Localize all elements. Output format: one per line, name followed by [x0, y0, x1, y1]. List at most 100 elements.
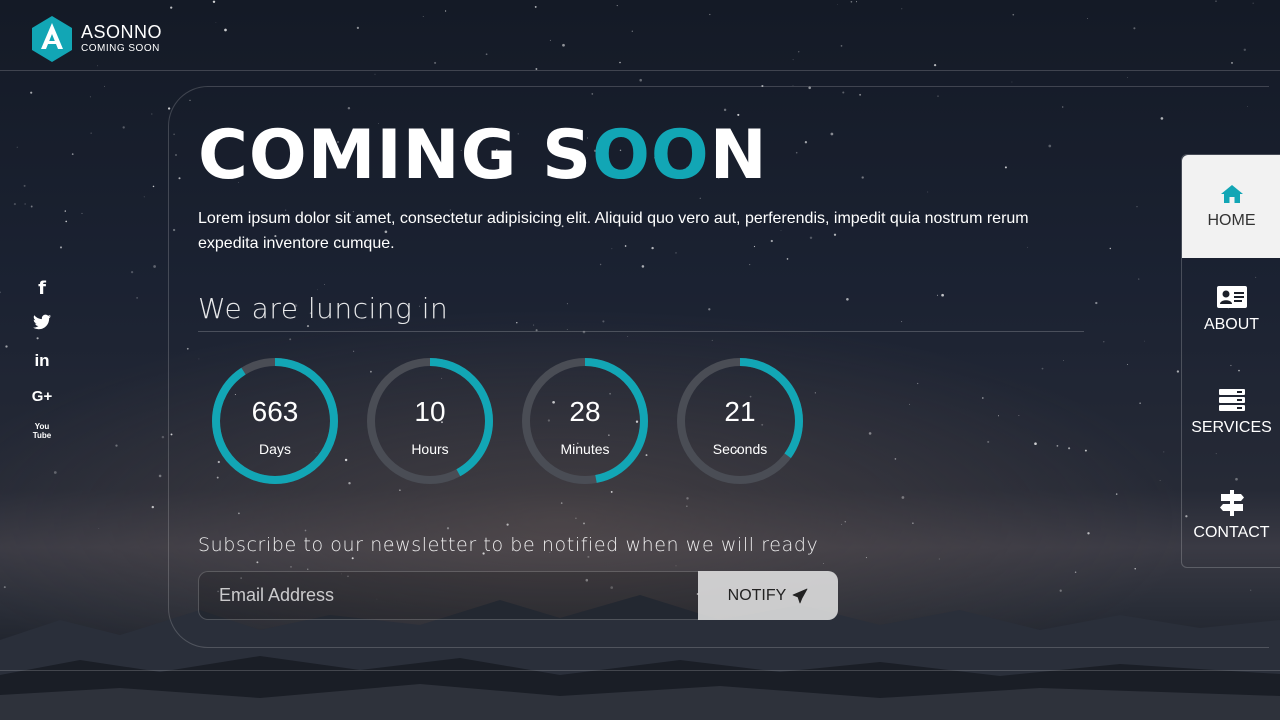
star — [153, 265, 156, 268]
days-value: 663 — [251, 396, 299, 427]
star — [855, 1, 858, 3]
star — [170, 6, 173, 9]
star — [98, 528, 100, 529]
star — [534, 5, 537, 8]
nav-label-services: SERVICES — [1191, 418, 1272, 436]
intro-text: Lorem ipsum dolor sit amet, consectetur … — [198, 210, 1029, 252]
social-links: f in G+ You Tube — [30, 278, 54, 458]
star — [64, 210, 66, 212]
star — [709, 13, 711, 16]
star — [374, 73, 376, 75]
linkedin-icon[interactable]: in — [30, 350, 54, 386]
star — [143, 196, 145, 198]
minutes-label: Minutes — [560, 441, 610, 457]
star — [792, 59, 794, 61]
star — [115, 444, 118, 447]
nav-label-contact: CONTACT — [1193, 523, 1270, 541]
star — [1011, 81, 1013, 83]
nav-label-about: ABOUT — [1203, 315, 1260, 333]
notify-button[interactable]: NOTIFY — [698, 571, 838, 620]
title-accent: OO — [592, 116, 710, 195]
brand-logo[interactable]: ASONNO COMING SOON — [28, 14, 162, 64]
server-icon — [1218, 388, 1245, 411]
countdown-days: 663 Days — [210, 356, 340, 486]
nav-item-services[interactable]: SERVICES — [1182, 361, 1280, 464]
star — [16, 146, 18, 148]
signpost-icon — [1219, 489, 1244, 516]
home-icon — [1220, 184, 1243, 203]
side-nav: HOME ABOUT SERVICES CONTACT — [1181, 154, 1280, 568]
star — [562, 43, 565, 47]
nav-item-contact[interactable]: CONTACT — [1182, 464, 1280, 567]
footer-divider — [0, 670, 1280, 671]
brand-name: ASONNO — [81, 22, 163, 42]
star — [30, 91, 33, 94]
star — [840, 45, 843, 47]
star — [90, 132, 92, 134]
star — [13, 203, 16, 206]
logo-mark-icon — [32, 16, 72, 62]
google-plus-icon[interactable]: G+ — [30, 386, 54, 422]
star — [152, 185, 155, 188]
star — [639, 78, 642, 82]
star — [549, 39, 551, 41]
subscribe-block: Subscribe to our newsletter to be notifi… — [198, 534, 818, 556]
star — [1127, 77, 1128, 78]
minutes-value: 28 — [569, 396, 601, 427]
star — [422, 16, 424, 17]
star — [151, 505, 154, 509]
star — [151, 113, 153, 115]
star — [631, 30, 633, 32]
countdown-seconds: 21 Seconds — [675, 356, 805, 486]
star — [901, 8, 903, 10]
id-card-icon — [1216, 285, 1247, 308]
nav-item-about[interactable]: ABOUT — [1182, 258, 1280, 361]
hours-label: Hours — [411, 441, 449, 457]
star — [158, 474, 162, 478]
star — [167, 107, 171, 110]
days-label: Days — [259, 441, 291, 457]
star — [161, 435, 165, 439]
star — [837, 4, 839, 5]
star — [5, 345, 8, 348]
launch-divider — [198, 331, 1084, 332]
countdown: 663 Days 10 Hours 28 Minutes 21 Seconds — [210, 356, 830, 486]
star — [933, 63, 937, 67]
star — [1087, 18, 1088, 20]
youtube-icon[interactable]: You Tube — [30, 422, 54, 458]
star — [224, 28, 227, 32]
subscribe-text: Subscribe to our newsletter to be notifi… — [198, 534, 819, 556]
star — [797, 51, 800, 53]
seconds-label: Seconds — [712, 441, 768, 457]
twitter-icon[interactable] — [30, 314, 54, 350]
star — [30, 205, 33, 208]
star — [24, 203, 26, 205]
star — [59, 246, 63, 249]
star — [356, 26, 360, 30]
brand-tagline: COMING SOON — [81, 43, 160, 54]
star — [616, 5, 618, 7]
star — [65, 220, 68, 223]
email-input[interactable] — [198, 571, 698, 620]
star — [71, 153, 74, 155]
newsletter-form: NOTIFY — [198, 571, 838, 620]
facebook-icon[interactable]: f — [30, 278, 54, 314]
countdown-minutes: 28 Minutes — [520, 356, 650, 486]
star — [619, 61, 621, 64]
seconds-value: 21 — [724, 396, 756, 427]
star — [122, 126, 125, 129]
star — [212, 0, 216, 4]
star — [136, 297, 138, 299]
star — [89, 96, 91, 98]
star — [0, 291, 1, 294]
star — [1215, 0, 1217, 2]
nav-item-home[interactable]: HOME — [1182, 155, 1280, 258]
star — [445, 10, 447, 12]
star — [53, 471, 57, 474]
star — [81, 212, 83, 214]
countdown-hours: 10 Hours — [365, 356, 495, 486]
star — [1252, 2, 1254, 4]
nav-label-home: HOME — [1207, 211, 1256, 229]
star — [23, 184, 26, 187]
hero: COMING SOON Lorem ipsum dolor sit amet, … — [198, 110, 1098, 256]
